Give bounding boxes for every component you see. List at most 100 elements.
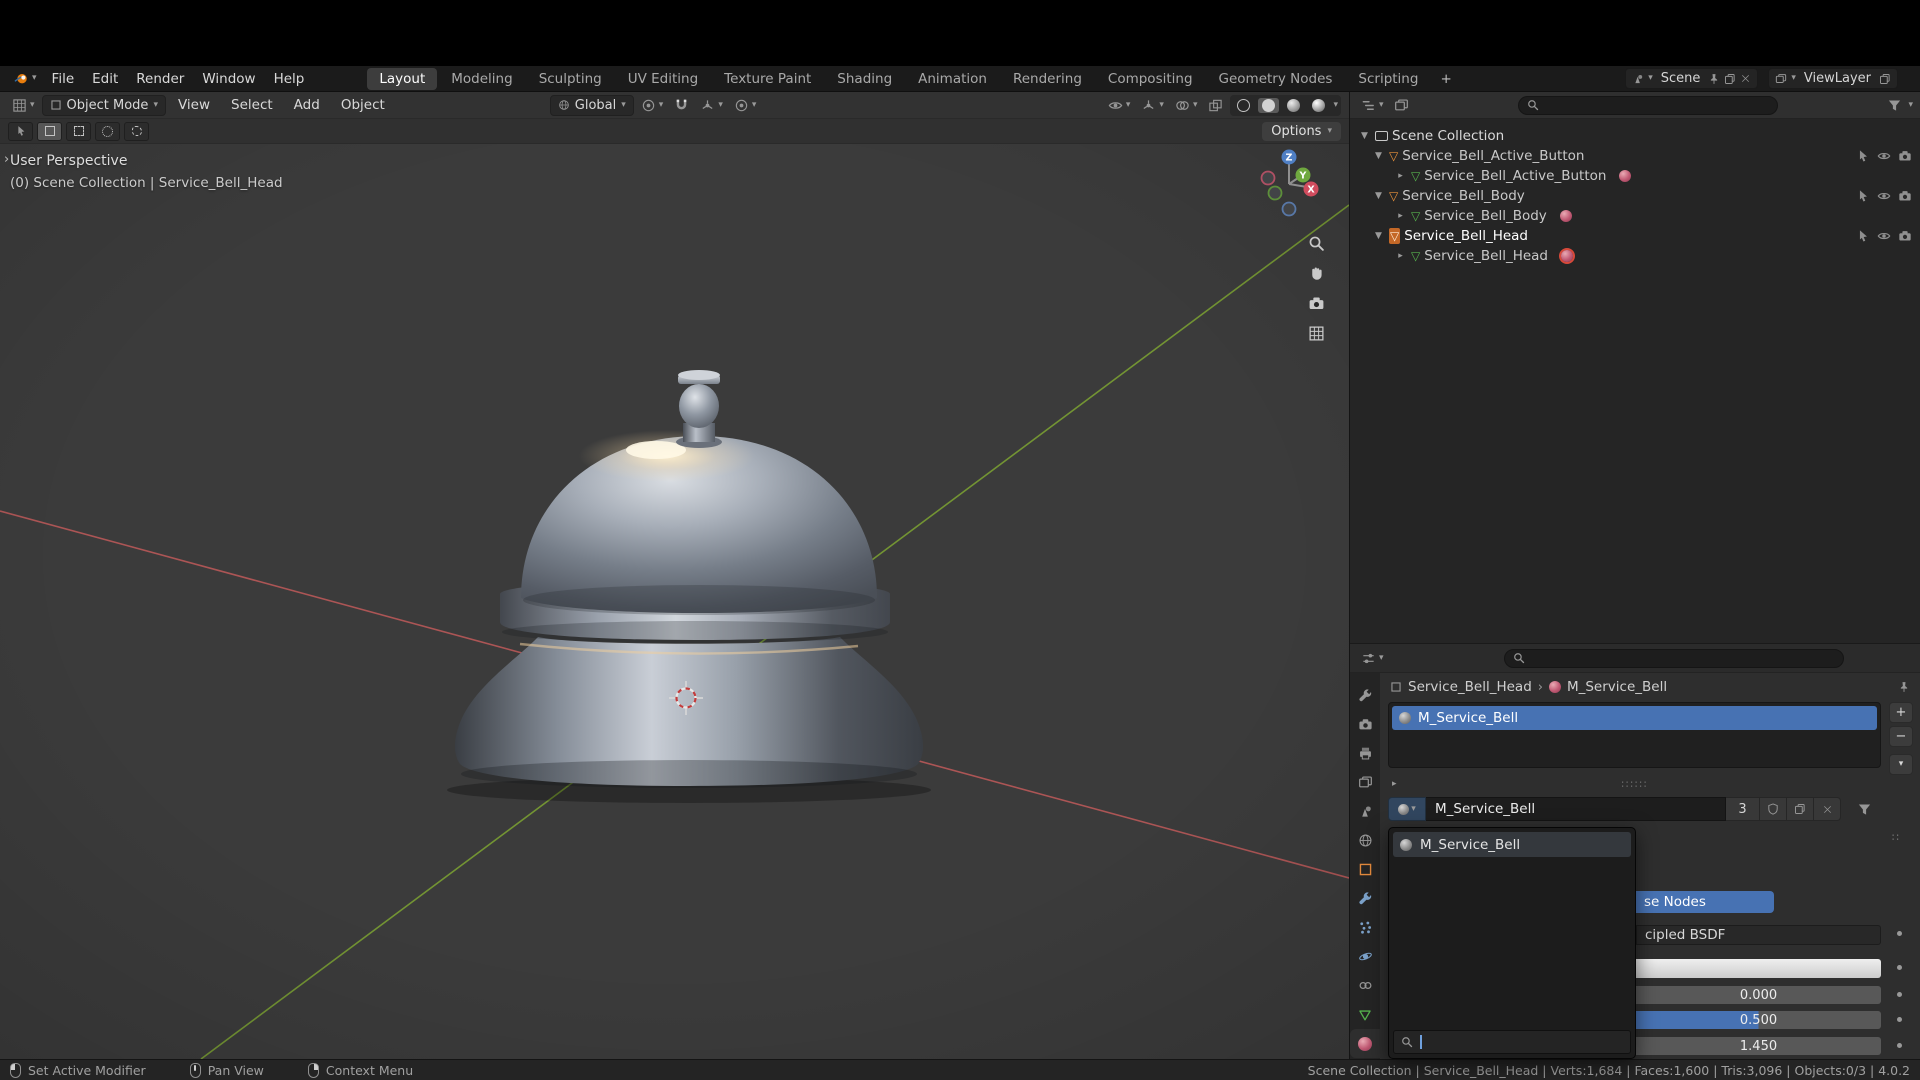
tab-animation[interactable]: Animation xyxy=(906,68,999,90)
new-viewlayer-icon[interactable] xyxy=(1879,73,1891,85)
menu-select[interactable]: Select xyxy=(222,95,282,115)
axis-neg-x-ball[interactable] xyxy=(1260,170,1276,186)
outliner-item-label[interactable]: Scene Collection xyxy=(1392,128,1504,144)
remove-slot-button[interactable]: − xyxy=(1889,726,1913,747)
disclosure-icon[interactable]: ▼ xyxy=(1358,131,1371,141)
tab-physics[interactable] xyxy=(1350,942,1380,971)
scene-selector[interactable]: ▾ Scene xyxy=(1625,68,1759,89)
navigation-gizmo[interactable]: Z Y X xyxy=(1251,146,1327,226)
disclosure-icon[interactable]: ▸ xyxy=(1394,251,1407,261)
outliner-item-label[interactable]: Service_Bell_Active_Button xyxy=(1402,148,1584,164)
value-slider[interactable]: 0.500 xyxy=(1636,1011,1881,1029)
properties-search-input[interactable] xyxy=(1503,648,1844,668)
tab-shading[interactable]: Shading xyxy=(825,68,904,90)
value-slider[interactable]: 1.450 xyxy=(1636,1037,1881,1055)
outliner-row-object[interactable]: ▼ ▽ Service_Bell_Body xyxy=(1350,186,1920,206)
slot-specials-button[interactable]: ▾ xyxy=(1889,754,1913,775)
animate-dot-icon[interactable] xyxy=(1897,1017,1902,1022)
disclosure-icon[interactable]: ▸ xyxy=(1394,171,1407,181)
animate-dot-icon[interactable] xyxy=(1897,931,1902,936)
outliner-row-meshdata[interactable]: ▸ ▽ Service_Bell_Body xyxy=(1350,206,1920,226)
menu-add[interactable]: Add xyxy=(285,95,329,115)
disclosure-icon[interactable]: ▼ xyxy=(1372,151,1385,161)
viewlayer-selector[interactable]: ▾ ViewLayer xyxy=(1768,68,1898,89)
outliner-item-label[interactable]: Service_Bell_Head xyxy=(1404,228,1528,244)
material-icon-active[interactable] xyxy=(1561,250,1573,262)
gizmos-toggle[interactable]: ▾ xyxy=(1137,96,1168,115)
value-slider[interactable]: 0.000 xyxy=(1636,986,1881,1004)
blender-menu-button[interactable]: ▾ xyxy=(8,71,43,86)
outliner-search-input[interactable] xyxy=(1518,95,1778,115)
tab-rendering[interactable]: Rendering xyxy=(1001,68,1094,90)
animate-dot-icon[interactable] xyxy=(1897,992,1902,997)
menu-object[interactable]: Object xyxy=(332,95,394,115)
menu-file[interactable]: File xyxy=(43,69,84,89)
menu-window[interactable]: Window xyxy=(193,69,264,89)
tab-object[interactable] xyxy=(1350,855,1380,884)
tab-view-layer[interactable] xyxy=(1350,768,1380,797)
axis-neg-y-ball[interactable] xyxy=(1267,185,1283,201)
tab-tool[interactable] xyxy=(1350,681,1380,710)
menu-view[interactable]: View xyxy=(169,95,219,115)
tab-scene[interactable] xyxy=(1350,797,1380,826)
tab-modifiers[interactable] xyxy=(1350,884,1380,913)
toolbar-expand-arrow[interactable]: › xyxy=(4,152,9,167)
material-icon[interactable] xyxy=(1559,210,1572,222)
select-mode-lasso[interactable] xyxy=(124,121,149,141)
close-icon[interactable] xyxy=(1740,73,1751,84)
base-color-field[interactable] xyxy=(1636,959,1881,978)
unlink-material-button[interactable] xyxy=(1814,797,1841,821)
material-browser-search-input[interactable] xyxy=(1393,1030,1631,1054)
tab-texture-paint[interactable]: Texture Paint xyxy=(712,68,823,90)
outliner-row-object-active[interactable]: ▼ ▽ Service_Bell_Head xyxy=(1350,226,1920,246)
outliner-item-label[interactable]: Service_Bell_Active_Button xyxy=(1424,168,1606,184)
tab-sculpting[interactable]: Sculpting xyxy=(527,68,614,90)
material-slot-list[interactable]: M_Service_Bell xyxy=(1388,702,1881,768)
pivot-point-selector[interactable]: ▾ xyxy=(637,96,668,115)
selectable-icon[interactable] xyxy=(1856,189,1870,203)
proportional-editing-selector[interactable]: ▾ xyxy=(730,96,761,115)
hide-eye-icon[interactable] xyxy=(1877,189,1891,203)
use-nodes-button[interactable]: se Nodes xyxy=(1636,891,1774,913)
material-name-field[interactable]: M_Service_Bell xyxy=(1426,797,1726,821)
shading-material-button[interactable] xyxy=(1283,98,1304,113)
zoom-button[interactable] xyxy=(1308,235,1325,252)
list-resize-grip[interactable]: ▸ ∷∷∷ xyxy=(1388,777,1912,794)
render-visibility-icon[interactable] xyxy=(1898,229,1912,243)
tab-material-active[interactable] xyxy=(1350,1029,1380,1058)
filter-icon[interactable] xyxy=(1887,98,1902,113)
select-mode-tweak[interactable] xyxy=(37,121,62,141)
selectable-icon[interactable] xyxy=(1856,149,1870,163)
object-visibility-selector[interactable]: ▾ xyxy=(1104,96,1135,115)
options-button[interactable]: Options ▾ xyxy=(1262,121,1341,141)
material-icon[interactable] xyxy=(1619,170,1632,182)
editor-type-button[interactable]: ▾ xyxy=(8,96,39,115)
hide-eye-icon[interactable] xyxy=(1877,149,1891,163)
disclosure-icon[interactable]: ▸ xyxy=(1392,779,1397,789)
camera-view-button[interactable] xyxy=(1308,295,1325,312)
mode-selector[interactable]: Object Mode ▾ xyxy=(41,94,166,116)
render-visibility-icon[interactable] xyxy=(1898,149,1912,163)
active-tool-button[interactable] xyxy=(8,121,33,141)
editor-type-button[interactable]: ▾ xyxy=(1357,649,1388,668)
tab-world[interactable] xyxy=(1350,826,1380,855)
pan-hand-button[interactable] xyxy=(1308,265,1325,282)
disclosure-icon[interactable]: ▼ xyxy=(1372,231,1385,241)
pin-id-button[interactable] xyxy=(1898,679,1910,695)
editor-type-button[interactable]: ▾ xyxy=(1357,96,1388,115)
tab-uv-editing[interactable]: UV Editing xyxy=(616,68,710,90)
breadcrumb-material[interactable]: M_Service_Bell xyxy=(1567,679,1667,695)
outliner-item-label[interactable]: Service_Bell_Head xyxy=(1424,248,1548,264)
tab-constraints[interactable] xyxy=(1350,971,1380,1000)
shading-wireframe-button[interactable] xyxy=(1233,98,1254,113)
add-slot-button[interactable]: + xyxy=(1889,702,1913,723)
outliner-row-object[interactable]: ▼ ▽ Service_Bell_Active_Button xyxy=(1350,146,1920,166)
viewport-canvas[interactable] xyxy=(0,144,1349,1059)
tab-particles[interactable] xyxy=(1350,913,1380,942)
menu-render[interactable]: Render xyxy=(127,69,193,89)
tab-layout[interactable]: Layout xyxy=(367,67,438,90)
outliner-row-meshdata[interactable]: ▸ ▽ Service_Bell_Head xyxy=(1350,246,1920,266)
fake-user-button[interactable] xyxy=(1760,797,1787,821)
chevron-down-icon[interactable]: ▾ xyxy=(1908,100,1913,110)
new-scene-icon[interactable] xyxy=(1724,73,1736,85)
